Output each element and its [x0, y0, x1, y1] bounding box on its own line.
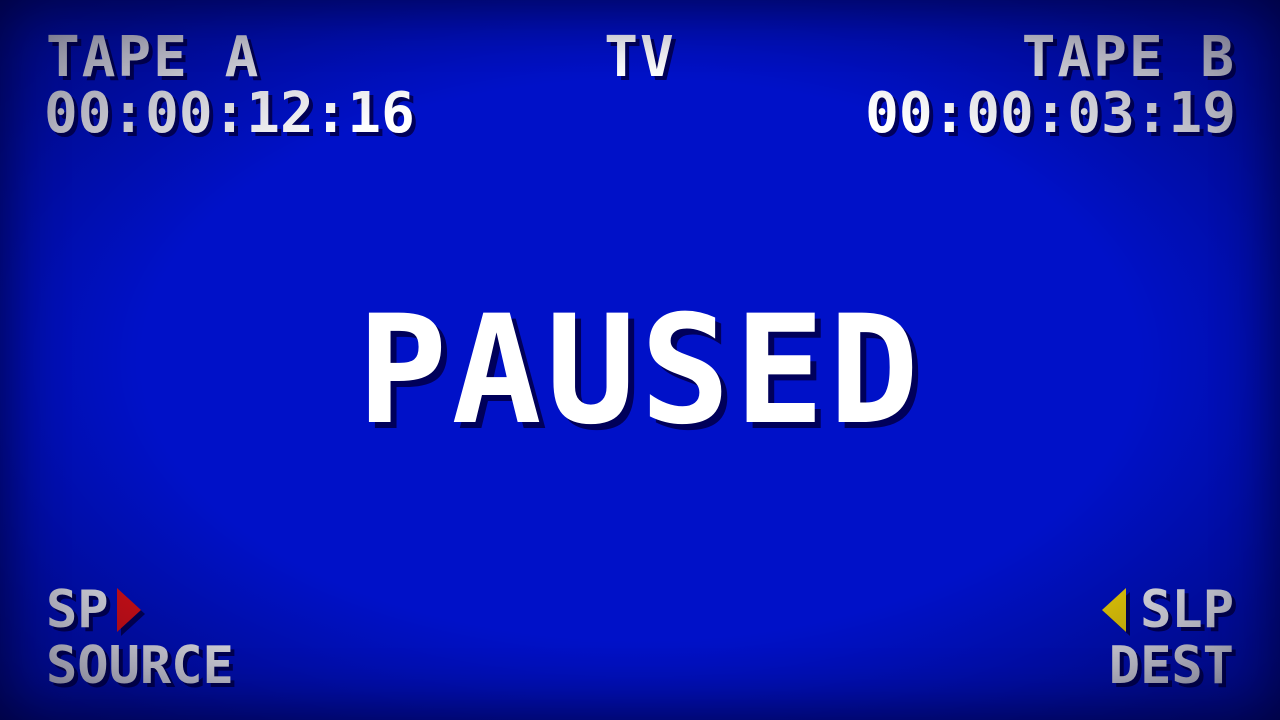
- vcr-osd-screen: TAPE A 00:00:12:16 TV TAPE B 00:00:03:19…: [0, 0, 1280, 720]
- play-left-triangle-icon: [1102, 588, 1127, 632]
- dest-speed-row: SLP: [1102, 584, 1234, 636]
- tape-b-label: TAPE B: [1021, 25, 1236, 90]
- paused-status: PAUSED: [357, 284, 923, 458]
- tape-b-timecode: 00:00:03:19: [865, 81, 1236, 146]
- tape-a-timecode: 00:00:12:16: [44, 81, 415, 146]
- dest-label: DEST: [1108, 636, 1234, 696]
- dest-speed-label: SLP: [1140, 580, 1234, 640]
- source-speed-row: SP: [46, 584, 141, 636]
- source-speed-label: SP: [46, 580, 109, 640]
- play-right-triangle-icon: [116, 588, 141, 632]
- source-label: SOURCE: [46, 636, 234, 696]
